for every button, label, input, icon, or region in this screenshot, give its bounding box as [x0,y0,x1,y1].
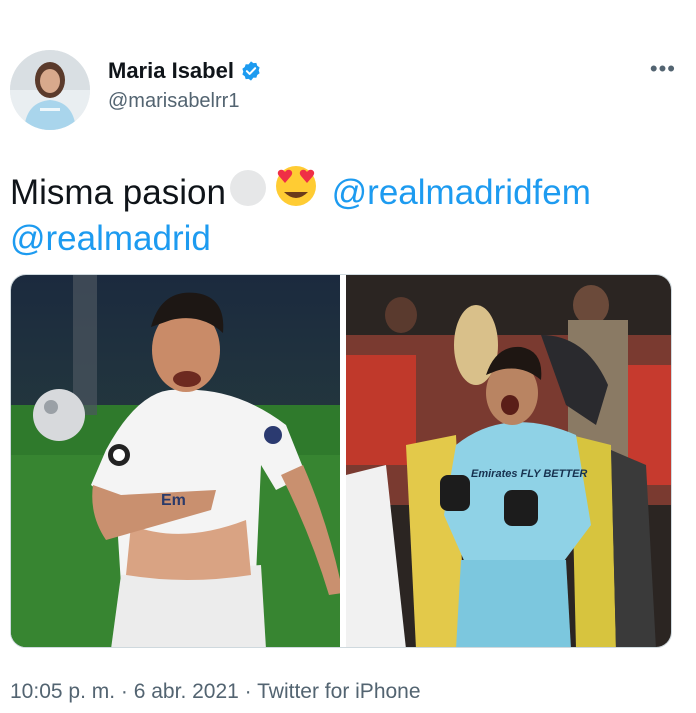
tweet-text: Misma pasion @realmadridfem @realmadrid [10,162,680,262]
tweet-time[interactable]: 10:05 p. m. [10,680,115,703]
photo-left[interactable]: Em [11,275,340,647]
tweet-text-prefix: Misma pasion [10,173,226,212]
heart-eyes-emoji-icon [275,166,316,206]
meta-separator: · [238,680,258,703]
photo-player-celebrating: Em [11,275,340,647]
avatar-image [10,50,90,130]
white-circle-emoji-icon [229,170,266,206]
tweet-card: Maria Isabel @marisabelrr1 ••• Misma pas… [0,0,696,713]
tweet-meta: 10:05 p. m. · 6 abr. 2021 · Twitter for … [10,680,421,704]
tweet-source[interactable]: Twitter for iPhone [257,680,420,703]
mention-realmadrid[interactable]: @realmadrid [10,219,211,258]
verified-badge-icon [242,61,260,81]
avatar[interactable] [10,50,90,130]
tweet-date[interactable]: 6 abr. 2021 [134,680,239,703]
display-name[interactable]: Maria Isabel [108,58,234,84]
meta-separator: · [115,680,134,703]
jersey-sponsor-right: Emirates FLY BETTER [471,468,587,480]
author-handle[interactable]: @marisabelrr1 [108,90,239,113]
media-grid: Em Emirates FLY BETTER [10,274,672,648]
jersey-sponsor-left: Em [161,492,186,509]
photo-goalkeeper-celebrating: Emirates FLY BETTER [346,275,671,647]
mention-realmadridfem[interactable]: @realmadridfem [332,173,591,212]
author-name-row[interactable]: Maria Isabel [108,58,262,84]
more-options-icon[interactable]: ••• [650,58,676,80]
photo-right[interactable]: Emirates FLY BETTER [346,275,671,647]
